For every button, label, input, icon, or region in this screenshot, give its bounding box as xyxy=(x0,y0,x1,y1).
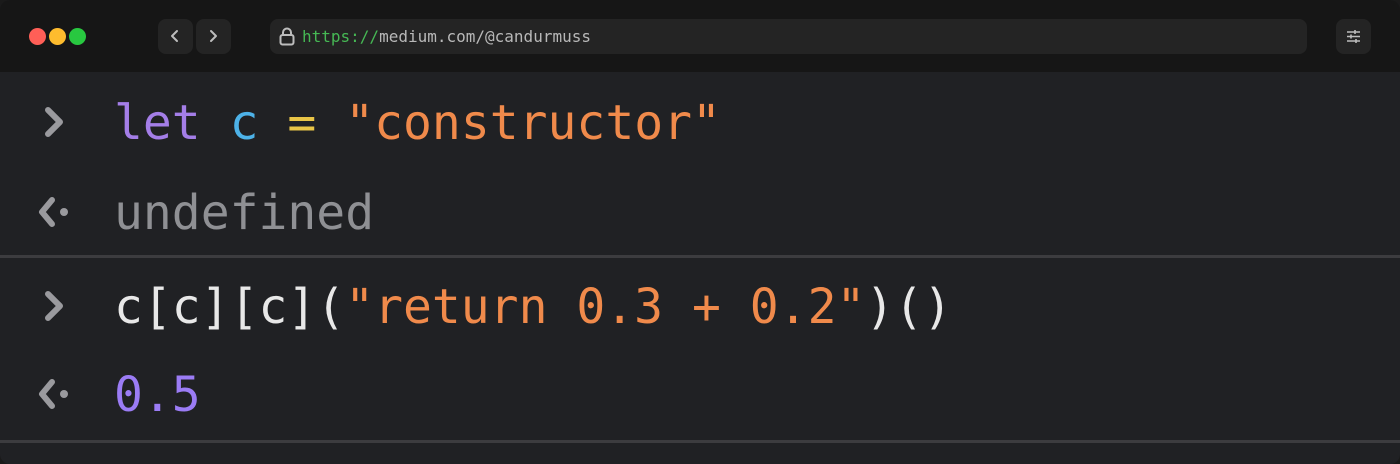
console-output-value: 0.5 xyxy=(114,367,201,423)
back-button[interactable] xyxy=(158,19,193,54)
maximize-window-button[interactable] xyxy=(69,28,86,45)
return-arrow-icon xyxy=(39,197,68,227)
code-string: "constructor" xyxy=(345,95,721,151)
console-input-code: c[c][c]("return 0.3 + 0.2")() xyxy=(114,277,952,337)
console-input-line: let c = "constructor" xyxy=(0,86,1400,178)
close-window-button[interactable] xyxy=(29,28,46,45)
chevron-right-icon xyxy=(45,107,63,137)
sliders-icon xyxy=(1347,30,1360,43)
code-expression: c[c][c]( xyxy=(114,279,346,335)
console-output-value: undefined xyxy=(114,185,375,241)
return-arrow-icon xyxy=(39,379,68,409)
settings-button[interactable] xyxy=(1336,19,1371,54)
code-call: )() xyxy=(865,279,953,335)
console-input-line: c[c][c]("return 0.3 + 0.2")() xyxy=(0,270,1400,362)
url-text: https://medium.com/@candurmuss xyxy=(302,19,591,54)
forward-button[interactable] xyxy=(196,19,231,54)
code-string: "return 0.3 + 0.2" xyxy=(345,279,866,335)
browser-window: https://medium.com/@candurmuss let c = "… xyxy=(0,0,1400,464)
window-controls xyxy=(29,28,86,45)
code-variable: c xyxy=(229,95,259,151)
url-scheme: https:// xyxy=(302,27,380,46)
chevron-right-icon xyxy=(210,30,217,42)
chevron-right-icon xyxy=(45,291,63,321)
address-bar[interactable]: https://medium.com/@candurmuss xyxy=(270,19,1307,54)
console-output-line: 0.5 xyxy=(0,358,1400,450)
console-input-code: let c = "constructor" xyxy=(114,93,721,153)
lock-icon xyxy=(279,27,295,46)
title-bar: https://medium.com/@candurmuss xyxy=(0,0,1400,72)
chevron-left-icon xyxy=(171,30,178,42)
devtools-console[interactable]: let c = "constructor" undefined c[c][c](… xyxy=(0,72,1400,464)
code-operator: = xyxy=(287,95,317,151)
console-divider xyxy=(0,440,1400,443)
minimize-window-button[interactable] xyxy=(49,28,66,45)
url-host: medium.com/@candurmuss xyxy=(379,27,591,46)
code-keyword: let xyxy=(114,95,201,151)
console-divider xyxy=(0,255,1400,258)
